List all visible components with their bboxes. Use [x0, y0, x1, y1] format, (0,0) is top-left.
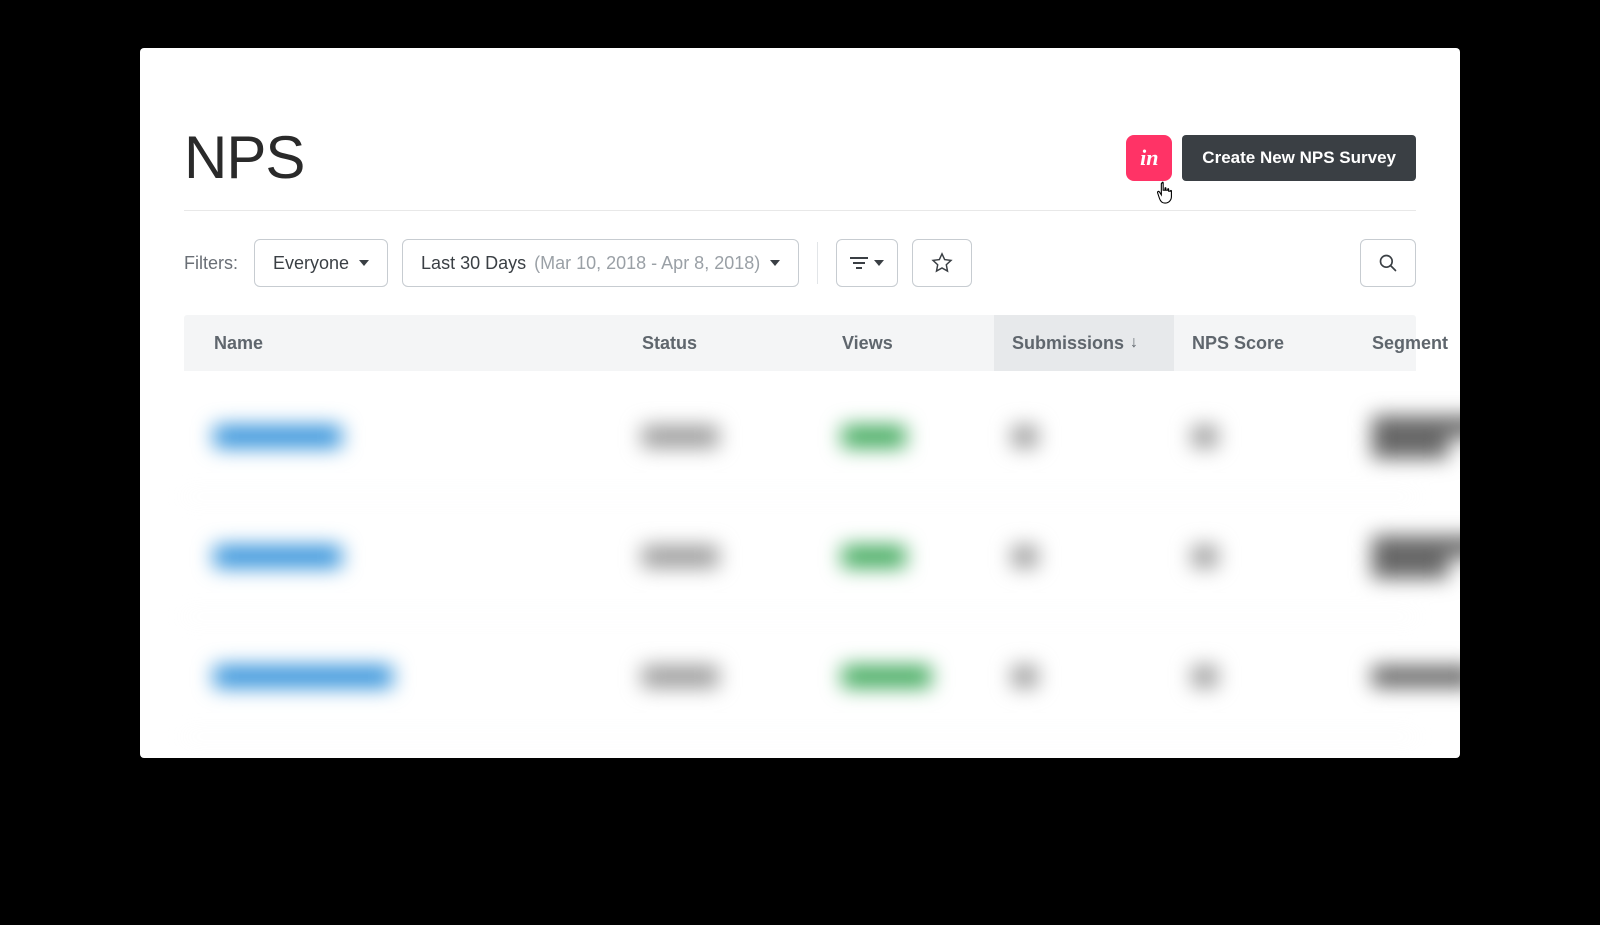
filter-audience-dropdown[interactable]: Everyone — [254, 239, 388, 287]
column-header-nps-score[interactable]: NPS Score — [1174, 315, 1354, 371]
search-button[interactable] — [1360, 239, 1416, 287]
filter-icon — [850, 257, 868, 269]
filter-options-button[interactable] — [836, 239, 898, 287]
filter-audience-value: Everyone — [273, 253, 349, 274]
chevron-down-icon — [770, 260, 780, 266]
invision-icon: in — [1140, 145, 1158, 171]
app-window: NPS in Create New NPS Survey Filters: Ev… — [140, 48, 1460, 758]
page-title: NPS — [184, 123, 304, 192]
create-nps-survey-button[interactable]: Create New NPS Survey — [1182, 135, 1416, 181]
table-body: ██████████ ██████ █████ ██ ██ ██████████… — [184, 377, 1416, 737]
chevron-down-icon — [359, 260, 369, 266]
table-header-row: Name Status Views Submissions ↓ NPS Scor… — [184, 315, 1416, 371]
table-row[interactable]: ██████████████ ██████ ███████ ██ ██ ████… — [184, 617, 1416, 737]
search-icon — [1378, 253, 1398, 273]
table-row[interactable]: ██████████ ██████ █████ ██ ██ ██████████… — [184, 497, 1416, 617]
filter-daterange-dropdown[interactable]: Last 30 Days (Mar 10, 2018 - Apr 8, 2018… — [402, 239, 799, 287]
column-header-submissions[interactable]: Submissions ↓ — [994, 315, 1174, 371]
invision-button[interactable]: in — [1126, 135, 1172, 181]
sort-desc-icon: ↓ — [1130, 334, 1138, 352]
divider — [817, 242, 818, 284]
favorite-button[interactable] — [912, 239, 972, 287]
column-header-name[interactable]: Name — [184, 315, 624, 371]
column-header-views[interactable]: Views — [824, 315, 994, 371]
filter-daterange-detail: (Mar 10, 2018 - Apr 8, 2018) — [534, 253, 760, 274]
header-actions: in Create New NPS Survey — [1126, 135, 1416, 181]
filter-daterange-label: Last 30 Days — [421, 253, 526, 274]
filters-bar: Filters: Everyone Last 30 Days (Mar 10, … — [184, 211, 1416, 315]
chevron-down-icon — [874, 260, 884, 266]
table-row[interactable]: ██████████ ██████ █████ ██ ██ ██████████… — [184, 377, 1416, 497]
column-header-status[interactable]: Status — [624, 315, 824, 371]
filters-label: Filters: — [184, 253, 238, 274]
page-header: NPS in Create New NPS Survey — [184, 123, 1416, 211]
cursor-pointer-icon — [1154, 179, 1176, 207]
star-icon — [931, 252, 953, 274]
column-header-segment[interactable]: Segment — [1354, 315, 1460, 371]
